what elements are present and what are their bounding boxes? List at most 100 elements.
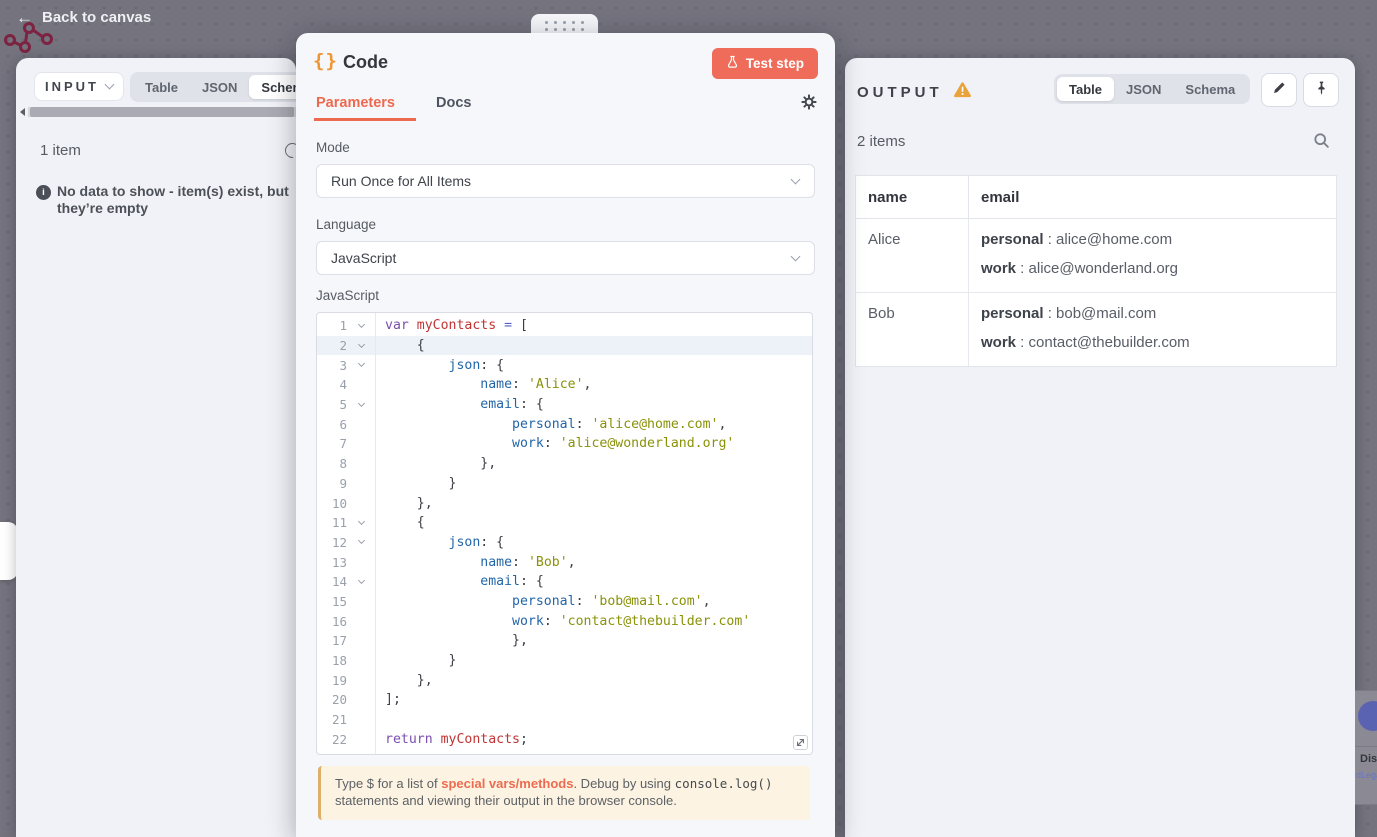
language-select[interactable]: JavaScript: [316, 241, 815, 275]
gear-icon[interactable]: [801, 94, 817, 115]
code-line[interactable]: 5 email: {: [317, 395, 812, 415]
code-lines: 1 var myContacts = [2 {3 json: {4 name: '…: [317, 313, 812, 749]
code-line[interactable]: 8 },: [317, 454, 812, 474]
avatar-fragment: [1358, 701, 1377, 731]
key-value-line: personal : alice@home.com: [981, 231, 1173, 248]
key-value-line: work : alice@wonderland.org: [981, 259, 1178, 277]
cell-email: personal : bob@mail.com work : contact@th…: [968, 293, 1336, 366]
fold-chevron-icon[interactable]: [347, 537, 375, 545]
code-node-modal: {} Code Test step Parameters Docs Mode R…: [296, 33, 835, 837]
flask-icon: [726, 55, 739, 72]
table-row[interactable]: Bob personal : bob@mail.com work : contact…: [856, 292, 1336, 366]
output-view-tabs: Table JSON Schema: [1054, 74, 1251, 104]
code-line[interactable]: 22 return myContacts;: [317, 729, 812, 749]
line-number: 17: [331, 633, 347, 649]
output-panel: OUTPUT Table JSON Schema 2 items name em…: [845, 58, 1355, 837]
test-step-button[interactable]: Test step: [711, 48, 818, 79]
column-header-name: name: [868, 188, 908, 206]
output-tab-json[interactable]: JSON: [1114, 77, 1173, 101]
code-text: return myContacts;: [385, 731, 528, 747]
input-tab-table[interactable]: Table: [133, 75, 190, 99]
line-number: 15: [331, 593, 347, 609]
code-line[interactable]: 7 work: 'alice@wonderland.org': [317, 434, 812, 454]
table-row[interactable]: Alice personal : alice@home.com work : ali…: [856, 219, 1336, 292]
scrollbar-thumb[interactable]: [30, 106, 295, 117]
search-icon[interactable]: [1313, 132, 1330, 154]
code-line[interactable]: 14 email: {: [317, 572, 812, 592]
code-line[interactable]: 11 {: [317, 513, 812, 533]
fold-chevron-icon[interactable]: [347, 340, 375, 348]
info-icon: i: [36, 185, 51, 200]
code-line[interactable]: 1 var myContacts = [: [317, 316, 812, 336]
output-panel-title: OUTPUT: [857, 83, 943, 101]
code-line[interactable]: 2 {: [317, 335, 812, 356]
code-text: {: [385, 338, 425, 354]
chevron-down-icon: [790, 174, 801, 184]
code-editor[interactable]: 1 var myContacts = [2 {3 json: {4 name: '…: [316, 312, 813, 755]
code-line[interactable]: 18 }: [317, 651, 812, 671]
line-number: 7: [339, 436, 347, 452]
line-number: 18: [331, 653, 347, 669]
chevron-down-icon: [790, 251, 801, 261]
code-line[interactable]: 6 personal: 'alice@home.com',: [317, 414, 812, 434]
refresh-icon[interactable]: [281, 139, 296, 162]
active-tab-underline: [314, 118, 416, 121]
line-number: 14: [331, 574, 347, 590]
divider: [1355, 746, 1377, 747]
input-panel: INPUT Table JSON Schema 1 item i No data…: [16, 58, 296, 837]
input-items-count: 1 item: [40, 142, 81, 159]
edge-dialog-fragment: Dis dLega: [1355, 690, 1377, 805]
code-line[interactable]: 21: [317, 710, 812, 730]
code-line[interactable]: 13 name: 'Bob',: [317, 552, 812, 572]
cell-name: Alice: [868, 231, 901, 248]
scrollbar-left-arrow-icon[interactable]: [20, 107, 25, 116]
code-line[interactable]: 10 },: [317, 493, 812, 513]
code-line[interactable]: 15 personal: 'bob@mail.com',: [317, 592, 812, 612]
pin-icon: [1314, 80, 1329, 101]
code-line[interactable]: 20];: [317, 690, 812, 710]
code-line[interactable]: 3 json: {: [317, 355, 812, 375]
fold-chevron-icon[interactable]: [347, 576, 375, 584]
drag-dots-icon: [545, 21, 584, 31]
line-number: 9: [339, 475, 347, 491]
tab-docs[interactable]: Docs: [436, 95, 471, 111]
input-panel-title: INPUT: [45, 79, 99, 94]
code-line[interactable]: 17 },: [317, 631, 812, 651]
output-tab-schema[interactable]: Schema: [1173, 77, 1247, 101]
code-line[interactable]: 12 json: {: [317, 533, 812, 553]
scrollbar-track[interactable]: [28, 106, 296, 117]
pin-data-button[interactable]: [1303, 73, 1339, 107]
code-text: name: 'Bob',: [480, 554, 576, 570]
code-line[interactable]: 19 },: [317, 670, 812, 690]
code-line[interactable]: 9 }: [317, 474, 812, 494]
fold-chevron-icon[interactable]: [347, 399, 375, 407]
editor-resize-handle[interactable]: [793, 735, 808, 750]
code-text: email: {: [480, 574, 544, 590]
fold-chevron-icon[interactable]: [347, 320, 375, 328]
fold-chevron-icon[interactable]: [347, 517, 375, 525]
cell-email: personal : alice@home.com work : alice@wo…: [968, 219, 1336, 292]
back-label: Back to canvas: [42, 9, 152, 26]
code-line[interactable]: 4 name: 'Alice',: [317, 375, 812, 395]
tab-parameters[interactable]: Parameters: [316, 95, 395, 111]
input-horizontal-scrollbar[interactable]: [20, 106, 296, 117]
mode-select[interactable]: Run Once for All Items: [316, 164, 815, 198]
hint-text: Type $ for a list of: [335, 776, 442, 791]
special-vars-link[interactable]: special vars/methods: [441, 776, 573, 791]
line-number: 22: [331, 731, 347, 747]
code-text: name: 'Alice',: [480, 377, 592, 393]
output-table-body: Alice personal : alice@home.com work : ali…: [856, 219, 1336, 366]
line-number: 12: [331, 534, 347, 550]
code-text: personal: 'bob@mail.com',: [512, 593, 711, 609]
code-text: ];: [385, 692, 401, 708]
input-tab-json[interactable]: JSON: [190, 75, 249, 99]
input-tab-schema[interactable]: Schema: [249, 75, 296, 99]
input-selector-button[interactable]: INPUT: [34, 72, 124, 101]
language-label: Language: [316, 217, 377, 232]
line-number: 4: [339, 377, 347, 393]
edit-output-button[interactable]: [1261, 73, 1297, 107]
output-tab-table[interactable]: Table: [1057, 77, 1114, 101]
chevron-down-icon: [104, 79, 115, 90]
code-line[interactable]: 16 work: 'contact@thebuilder.com': [317, 611, 812, 631]
fold-chevron-icon[interactable]: [347, 360, 375, 368]
